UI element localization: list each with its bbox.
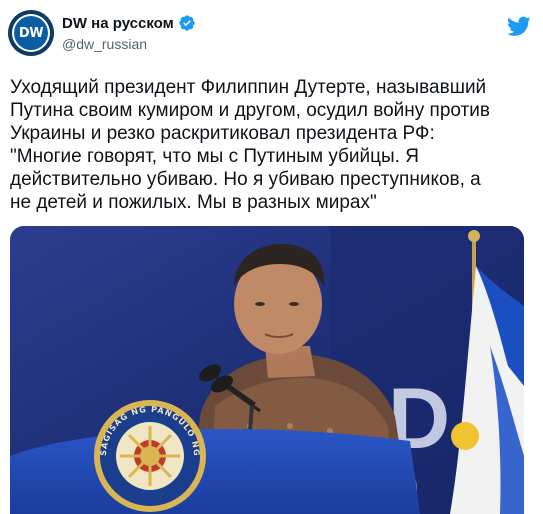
tweet-card[interactable]: DW DW на русском @dw_russian Уходящий пр… xyxy=(0,0,543,514)
tweet-photo[interactable]: D SAGISAG NG PANGULO NG xyxy=(10,226,524,514)
tweet-header: DW DW на русском @dw_russian xyxy=(8,8,535,60)
photo-illustration: D SAGISAG NG PANGULO NG xyxy=(10,226,524,514)
account-handle[interactable]: @dw_russian xyxy=(62,36,196,52)
dw-logo: DW xyxy=(14,16,48,50)
tweet-text: Уходящий президент Филиппин Дутерте, наз… xyxy=(10,77,490,213)
display-name-row: DW на русском xyxy=(62,14,196,32)
display-name[interactable]: DW на русском xyxy=(62,15,174,32)
twitter-bird-icon[interactable] xyxy=(507,14,531,38)
account-names: DW на русском @dw_russian xyxy=(62,14,196,52)
verified-badge-icon xyxy=(179,15,195,31)
avatar-ring: DW xyxy=(12,14,50,52)
podium xyxy=(10,429,420,514)
avatar[interactable]: DW xyxy=(8,10,54,56)
